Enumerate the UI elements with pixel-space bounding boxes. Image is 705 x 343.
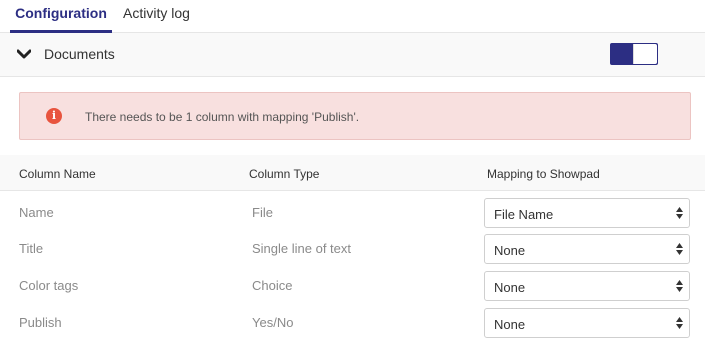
mapping-select-value: None bbox=[494, 280, 526, 295]
column-type-cell: Choice bbox=[252, 278, 293, 293]
table-row: Color tags Choice None bbox=[0, 268, 705, 304]
mapping-select[interactable]: None bbox=[484, 271, 690, 301]
tab-configuration[interactable]: Configuration bbox=[10, 6, 112, 33]
table-row: Publish Yes/No None bbox=[0, 305, 705, 341]
select-arrows-icon bbox=[676, 243, 683, 255]
tab-bar: Configuration Activity log bbox=[0, 0, 705, 33]
mapping-select-value: File Name bbox=[494, 207, 554, 222]
select-arrows-icon bbox=[676, 207, 683, 219]
mapping-select[interactable]: None bbox=[484, 308, 690, 338]
alert-message: There needs to be 1 column with mapping … bbox=[85, 110, 360, 124]
column-name-cell: Title bbox=[19, 241, 44, 256]
mapping-select[interactable]: File Name bbox=[484, 198, 690, 228]
info-icon: i bbox=[46, 108, 62, 124]
column-type-cell: Single line of text bbox=[252, 241, 352, 256]
header-column-name: Column Name bbox=[19, 167, 96, 181]
tab-activity-log[interactable]: Activity log bbox=[123, 6, 190, 32]
select-arrows-icon bbox=[676, 280, 683, 292]
column-name-cell: Publish bbox=[19, 315, 62, 330]
toggle-knob bbox=[633, 44, 657, 64]
header-mapping: Mapping to Showpad bbox=[487, 167, 600, 181]
header-column-type: Column Type bbox=[249, 167, 320, 181]
mapping-select[interactable]: None bbox=[484, 234, 690, 264]
table-header: Column Name Column Type Mapping to Showp… bbox=[0, 155, 705, 191]
column-type-cell: File bbox=[252, 205, 273, 220]
error-alert: i There needs to be 1 column with mappin… bbox=[19, 92, 691, 140]
documents-toggle[interactable] bbox=[610, 43, 658, 65]
select-arrows-icon bbox=[676, 317, 683, 329]
mapping-select-value: None bbox=[494, 243, 526, 258]
column-type-cell: Yes/No bbox=[252, 315, 294, 330]
section-title: Documents bbox=[44, 46, 115, 62]
table-row: Name File File Name bbox=[0, 195, 705, 231]
chevron-down-icon[interactable] bbox=[17, 48, 31, 60]
column-name-cell: Color tags bbox=[19, 278, 79, 293]
documents-section-header[interactable]: Documents bbox=[0, 33, 705, 77]
table-row: Title Single line of text None bbox=[0, 231, 705, 267]
mapping-select-value: None bbox=[494, 317, 526, 332]
column-name-cell: Name bbox=[19, 205, 54, 220]
